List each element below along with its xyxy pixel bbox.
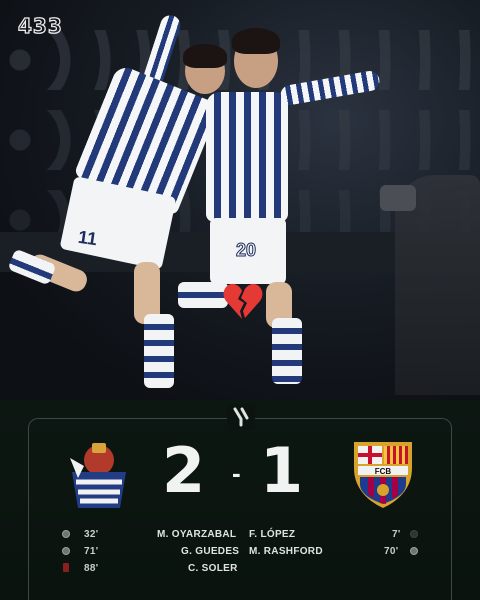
- player-sock: [178, 282, 228, 308]
- ball-icon: [410, 530, 418, 538]
- home-score: 2: [162, 434, 206, 507]
- brand-logo: 433: [17, 13, 63, 38]
- fc-barcelona-crest-icon: FCB: [354, 442, 412, 508]
- player-sock: [144, 314, 174, 388]
- away-event-minute: 70': [384, 546, 399, 557]
- broken-heart-icon: [223, 283, 263, 319]
- ball-icon: [410, 547, 418, 555]
- away-event-player: F. LÓPEZ: [249, 529, 296, 540]
- away-event-minute: 7': [392, 529, 401, 540]
- home-event-minute: 88': [84, 563, 99, 574]
- home-event-player: G. GUEDES: [181, 546, 240, 557]
- camera: [380, 185, 416, 211]
- home-event-minute: 71': [84, 546, 99, 557]
- player-hair: [232, 28, 280, 54]
- fcb-crest-text: FCB: [375, 467, 392, 476]
- red-card-icon: [63, 563, 69, 572]
- away-event-player: M. RASHFORD: [249, 546, 323, 557]
- ball-icon: [62, 530, 70, 538]
- real-sociedad-crest-icon: [70, 443, 126, 508]
- player-number: 11: [76, 226, 99, 250]
- score-separator: -: [232, 458, 241, 488]
- home-event-minute: 32': [84, 529, 99, 540]
- player-number: 20: [235, 240, 257, 261]
- player-jersey: [206, 92, 288, 222]
- home-event-player: C. SOLER: [188, 563, 238, 574]
- player-sock: [272, 318, 302, 384]
- player-hair: [183, 44, 227, 68]
- ball-icon: [62, 547, 70, 555]
- home-event-player: M. OYARZABAL: [157, 529, 237, 540]
- celebration-photo: 11 20 433: [0, 0, 480, 400]
- laliga-logo-icon: [227, 404, 255, 430]
- away-score: 1: [260, 434, 304, 507]
